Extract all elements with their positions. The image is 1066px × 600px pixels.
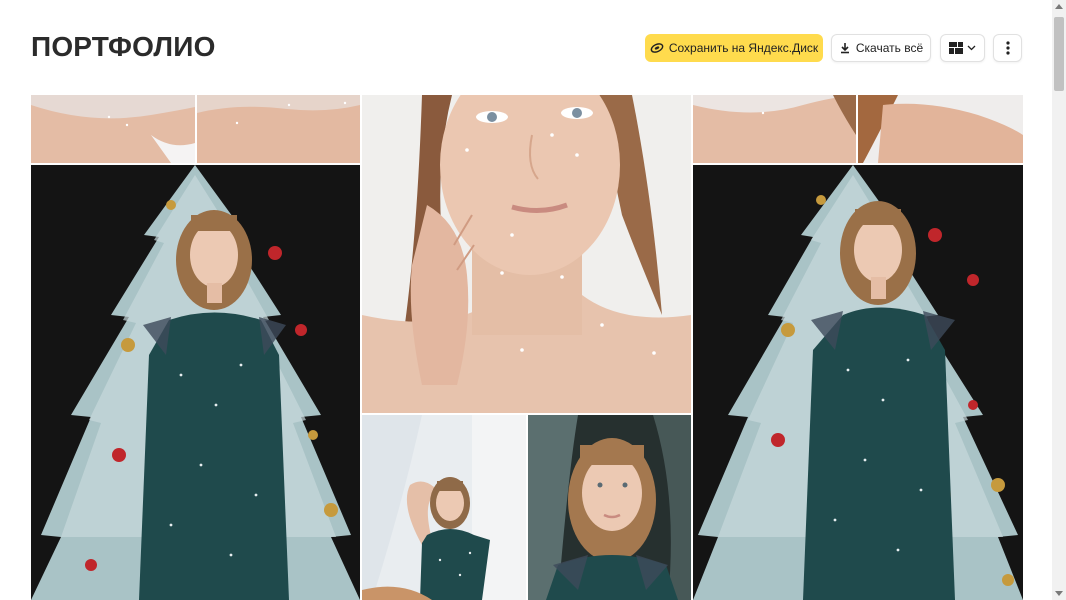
photo-girl-portrait[interactable] (528, 415, 691, 600)
grid-layout-icon (949, 42, 963, 54)
portfolio-page: ПОРТФОЛИО Сохранить на Яндекс.Диск Скача… (0, 0, 1066, 600)
more-vertical-icon (1005, 41, 1010, 55)
layout-toggle-button[interactable] (940, 34, 985, 62)
save-button-label: Сохранить на Яндекс.Диск (668, 41, 819, 55)
download-button-label: Скачать всё (855, 41, 924, 55)
more-options-button[interactable] (993, 34, 1022, 62)
page-header: ПОРТФОЛИО Сохранить на Яндекс.Диск Скача… (0, 0, 1052, 95)
photo-shoulders-2[interactable] (197, 95, 360, 163)
photo-shoulders-3[interactable] (693, 95, 856, 163)
photo-gallery (31, 95, 1023, 600)
scroll-thumb[interactable] (1054, 17, 1064, 91)
save-to-disk-button[interactable]: Сохранить на Яндекс.Диск (645, 34, 823, 62)
photo-girl-tree-left[interactable] (31, 165, 360, 600)
vertical-scrollbar[interactable] (1052, 0, 1066, 600)
download-all-button[interactable]: Скачать всё (831, 34, 931, 62)
photo-girl-tree-right[interactable] (693, 165, 1023, 600)
scroll-up-arrow-icon[interactable] (1055, 4, 1063, 9)
photo-shoulders-4[interactable] (858, 95, 1023, 163)
page-title: ПОРТФОЛИО (31, 31, 216, 62)
scroll-down-arrow-icon[interactable] (1055, 591, 1063, 596)
photo-girl-light-room[interactable] (362, 415, 526, 600)
photo-face-closeup[interactable] (362, 95, 691, 413)
chevron-down-icon (967, 45, 976, 51)
disk-icon (650, 41, 664, 55)
photo-shoulders-1[interactable] (31, 95, 195, 163)
download-icon (839, 42, 851, 54)
